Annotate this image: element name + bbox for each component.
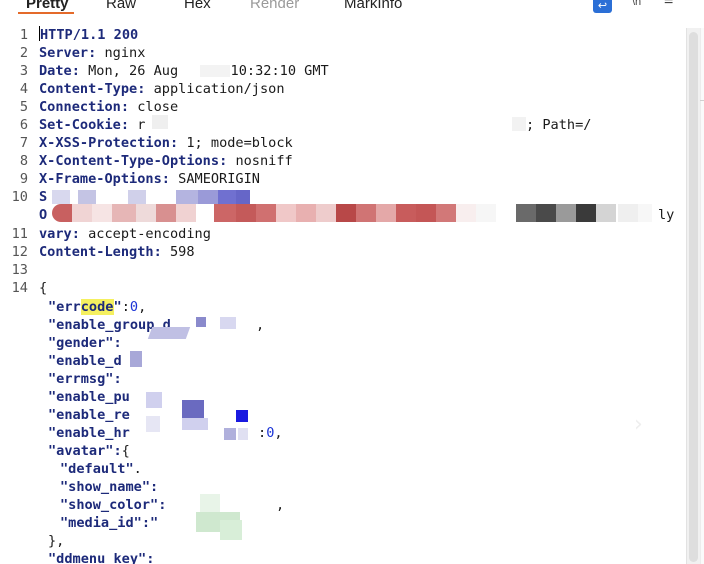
header-line: X-XSS-Protection: 1; mode=block [39,135,293,151]
json-line: "enable_re [48,407,130,423]
status-text: HTTP/1.1 200 [40,27,139,43]
json-line: "media_id":" [60,515,159,531]
line-number: 3 [19,63,28,79]
panel-edge-divider [700,100,704,101]
header-value-time: 10:32:10 GMT [222,63,329,79]
header-value: SAMEORIGIN [178,171,260,187]
line-number: 14 [11,280,28,296]
header-value: nginx [104,45,146,61]
json-value: :0, [258,425,283,441]
json-line: "show_color": [60,497,167,513]
header-line-wrap: O [39,206,47,224]
line-number: 13 [11,262,28,278]
line-number: 4 [19,81,28,97]
json-line: "default". [60,461,142,477]
line-number: 7 [19,135,28,151]
json-line: "ddmenu_key": [48,551,155,564]
json-open-brace: { [39,280,48,296]
header-key: X-Frame-Options [39,171,162,187]
line-number: 5 [19,99,28,115]
line-number: 9 [19,171,28,187]
line-number: 1 [19,27,28,43]
wrap-glyph: ↩ [597,0,608,12]
panel-edge [700,28,704,564]
json-line: "errmsg": [48,371,122,387]
header-key: Content-Type [39,81,138,97]
tab-markinfo[interactable]: MarkInfo [344,0,402,13]
header-line: Connection: close [39,99,179,115]
header-line: Set-Cookie: r [39,117,146,133]
line-number: 2 [19,45,28,61]
cookie-path: ; Path=/ [526,117,592,133]
json-line: "show_name": [60,479,159,495]
tab-render[interactable]: Render [250,0,299,13]
header-value: close [137,99,179,115]
vertical-scrollbar[interactable] [686,28,700,564]
header-key: S [39,189,48,205]
tab-hex[interactable]: Hex [184,0,211,13]
header-line: Date: Mon, 26 Aug 10:32:10 GMT [39,63,329,79]
header-key: Connection [39,99,121,115]
search-highlight: code [80,299,114,315]
json-line: "avatar":{ [48,443,130,459]
line-number: 6 [19,117,28,133]
json-comma: , [256,317,265,333]
tab-raw[interactable]: Raw [106,0,136,13]
line-number: 10 [11,189,28,205]
header-value: accept-encoding [88,226,211,242]
header-key: Server [39,45,89,61]
status-line: HTTP/1.1 200 [39,26,138,44]
header-value: application/json [153,81,285,97]
json-comma: , [276,497,285,513]
wrap-end: ly [658,207,675,223]
header-key: X-XSS-Protection [39,135,170,151]
tab-bar: Pretty Raw Hex Render MarkInfo ↩ \n ≡ [0,0,704,14]
json-line: "enable_hr [48,425,130,441]
line-number: 8 [19,153,28,169]
header-line: Content-Type: application/json [39,81,285,97]
json-line: }, [48,533,65,549]
header-key: Set-Cookie [39,117,121,133]
header-value: 598 [169,244,195,260]
wrap-lines-icon[interactable]: ↩ [593,0,612,13]
header-key: Date [39,63,72,79]
header-value: 1; mode=block [186,135,293,151]
header-line: vary: accept-encoding [39,226,211,242]
json-line: "gender": [48,335,122,351]
header-line: X-Frame-Options: SAMEORIGIN [39,171,260,187]
header-value: nosniff [235,153,293,169]
header-value: Mon, 26 Aug [88,63,187,79]
json-line: "errcode":0, [48,299,147,315]
line-number: 12 [11,244,28,260]
scrollbar-thumb[interactable] [689,32,698,562]
chevron-right-icon: › [634,412,643,437]
header-key: vary [39,226,72,242]
response-editor[interactable]: 1 2 3 4 5 6 7 8 9 10 11 12 13 14 HTTP/1.… [0,14,684,564]
header-line: S [39,188,47,206]
line-number: 11 [11,226,28,242]
header-line: Content-Length: 598 [39,244,195,260]
header-line: X-Content-Type-Options: nosniff [39,153,293,169]
menu-icon[interactable]: ≡ [664,0,673,10]
json-number: 0 [129,299,139,315]
json-line: "enable_pu [48,389,130,405]
show-whitespace-icon[interactable]: \n [632,0,641,8]
header-value: r [137,117,146,133]
json-line: "enable_d [48,353,122,369]
header-line: Server: nginx [39,45,146,61]
header-key: Content-Length [39,244,154,260]
header-key: X-Content-Type-Options [39,153,220,169]
wrap-start: O [39,207,48,223]
